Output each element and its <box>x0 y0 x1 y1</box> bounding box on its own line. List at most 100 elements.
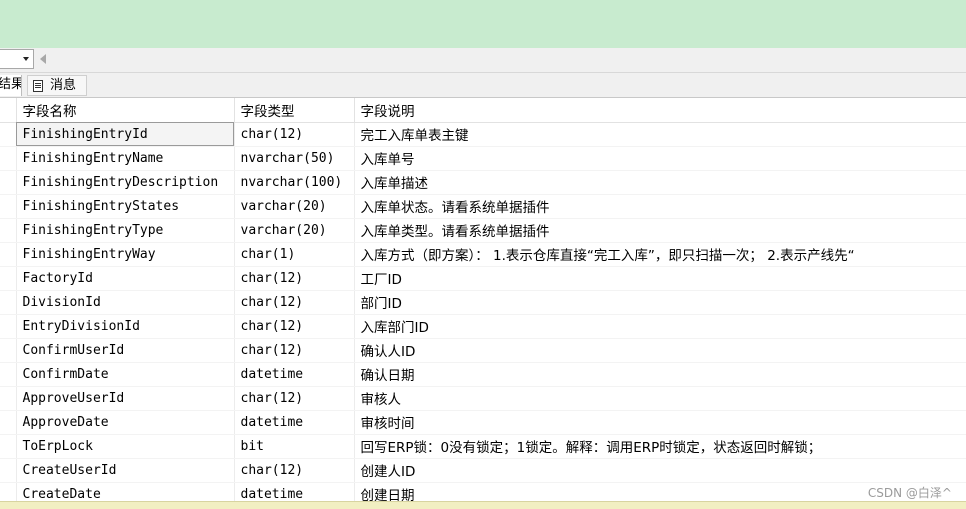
table-row[interactable]: CreateUserId char(12) 创建人ID <box>0 458 966 483</box>
cell-field-name[interactable]: ConfirmDate <box>16 362 235 387</box>
table-row[interactable]: ConfirmDate datetime 确认日期 <box>0 362 966 387</box>
cell-field-description[interactable]: 确认人ID <box>354 338 966 363</box>
row-header[interactable] <box>0 122 17 147</box>
cell-field-description[interactable]: 入库单类型。请看系统单据插件 <box>354 218 966 243</box>
cell-field-type[interactable]: nvarchar(50) <box>234 146 355 171</box>
table-row[interactable]: DivisionId char(12) 部门ID <box>0 290 966 315</box>
results-tabs: 结果 消息 <box>0 73 966 98</box>
row-header[interactable] <box>0 146 17 171</box>
status-band <box>0 501 966 509</box>
row-header[interactable] <box>0 386 17 411</box>
cell-field-type[interactable]: char(12) <box>234 290 355 315</box>
cell-field-type[interactable]: char(12) <box>234 314 355 339</box>
column-header-name[interactable]: 字段名称 <box>16 98 235 123</box>
row-header[interactable] <box>0 218 17 243</box>
cell-field-name[interactable]: FinishingEntryType <box>16 218 235 243</box>
cell-field-type[interactable]: char(1) <box>234 242 355 267</box>
table-row[interactable]: FactoryId char(12) 工厂ID <box>0 266 966 291</box>
cell-field-description[interactable]: 入库单号 <box>354 146 966 171</box>
cell-field-description[interactable]: 工厂ID <box>354 266 966 291</box>
table-row[interactable]: ApproveUserId char(12) 审核人 <box>0 386 966 411</box>
table-body: FinishingEntryId char(12) 完工入库单表主键 Finishin… <box>0 122 966 501</box>
row-header[interactable] <box>0 482 17 501</box>
table-header-row: 字段名称 字段类型 字段说明 <box>0 98 966 123</box>
cell-field-type[interactable]: char(12) <box>234 458 355 483</box>
cell-field-type[interactable]: nvarchar(100) <box>234 170 355 195</box>
messages-icon <box>33 80 43 92</box>
row-header[interactable] <box>0 290 17 315</box>
table-row[interactable]: FinishingEntryStates varchar(20) 入库单状态。请看系… <box>0 194 966 219</box>
cell-field-type[interactable]: datetime <box>234 482 355 501</box>
cell-field-description[interactable]: 部门ID <box>354 290 966 315</box>
table-row[interactable]: FinishingEntryDescription nvarchar(100) 入库… <box>0 170 966 195</box>
cell-field-type[interactable]: char(12) <box>234 386 355 411</box>
row-header[interactable] <box>0 194 17 219</box>
table-row[interactable]: FinishingEntryName nvarchar(50) 入库单号 <box>0 146 966 171</box>
row-header-corner[interactable] <box>0 98 17 123</box>
cell-field-type[interactable]: varchar(20) <box>234 218 355 243</box>
watermark: CSDN @白泽^ <box>867 486 952 500</box>
table-row[interactable]: FinishingEntryType varchar(20) 入库单类型。请看系统单… <box>0 218 966 243</box>
table-row[interactable]: CreateDate datetime 创建日期 <box>0 482 966 501</box>
cell-field-name[interactable]: FinishingEntryDescription <box>16 170 235 195</box>
tab-results[interactable]: 结果 <box>0 75 22 96</box>
table-row[interactable]: ToErpLock bit 回写ERP锁：0没有锁定；1锁定。解释：调用ERP时锁定… <box>0 434 966 459</box>
cell-field-description[interactable]: 入库部门ID <box>354 314 966 339</box>
cell-field-type[interactable]: char(12) <box>234 122 355 147</box>
cell-field-name[interactable]: FactoryId <box>16 266 235 291</box>
cell-field-description[interactable]: 回写ERP锁：0没有锁定；1锁定。解释：调用ERP时锁定，状态返回时解锁； <box>354 434 966 459</box>
cell-field-type[interactable]: bit <box>234 434 355 459</box>
row-header[interactable] <box>0 458 17 483</box>
cell-field-description[interactable]: 审核人 <box>354 386 966 411</box>
row-header[interactable] <box>0 362 17 387</box>
cell-field-name[interactable]: ApproveDate <box>16 410 235 435</box>
row-header[interactable] <box>0 410 17 435</box>
row-header[interactable] <box>0 434 17 459</box>
cell-field-name[interactable]: ConfirmUserId <box>16 338 235 363</box>
cell-field-type[interactable]: char(12) <box>234 338 355 363</box>
cell-field-name[interactable]: ToErpLock <box>16 434 235 459</box>
cell-field-description[interactable]: 审核时间 <box>354 410 966 435</box>
cell-field-name[interactable]: FinishingEntryName <box>16 146 235 171</box>
tab-messages-label: 消息 <box>50 78 77 93</box>
column-header-type[interactable]: 字段类型 <box>234 98 355 123</box>
results-table: 字段名称 字段类型 字段说明 FinishingEntryId char(12) 完… <box>0 98 966 501</box>
results-grid[interactable]: 字段名称 字段类型 字段说明 FinishingEntryId char(12) 完… <box>0 98 966 501</box>
cell-field-name[interactable]: CreateDate <box>16 482 235 501</box>
row-header[interactable] <box>0 314 17 339</box>
cell-field-type[interactable]: datetime <box>234 410 355 435</box>
row-header[interactable] <box>0 170 17 195</box>
scroll-left-icon[interactable] <box>40 54 46 64</box>
cell-field-name[interactable]: CreateUserId <box>16 458 235 483</box>
table-row[interactable]: ApproveDate datetime 审核时间 <box>0 410 966 435</box>
cell-field-name[interactable]: EntryDivisionId <box>16 314 235 339</box>
chevron-down-icon <box>23 57 29 61</box>
results-toolbar <box>0 48 966 73</box>
tab-messages[interactable]: 消息 <box>27 75 87 96</box>
cell-field-description[interactable]: 创建人ID <box>354 458 966 483</box>
cell-field-name[interactable]: FinishingEntryWay <box>16 242 235 267</box>
cell-field-type[interactable]: varchar(20) <box>234 194 355 219</box>
cell-field-type[interactable]: datetime <box>234 362 355 387</box>
cell-field-name[interactable]: ApproveUserId <box>16 386 235 411</box>
cell-field-description[interactable]: 入库方式（即方案）： 1.表示仓库直接“完工入库”，即只扫描一次； 2.表示产线… <box>354 242 966 267</box>
cell-field-description[interactable]: 入库单描述 <box>354 170 966 195</box>
row-header[interactable] <box>0 338 17 363</box>
cell-field-name[interactable]: DivisionId <box>16 290 235 315</box>
row-header[interactable] <box>0 242 17 267</box>
cell-field-description[interactable]: 入库单状态。请看系统单据插件 <box>354 194 966 219</box>
cell-field-name[interactable]: FinishingEntryId <box>16 122 235 147</box>
cell-field-description[interactable]: 确认日期 <box>354 362 966 387</box>
cell-field-type[interactable]: char(12) <box>234 266 355 291</box>
cell-field-description[interactable]: 完工入库单表主键 <box>354 122 966 147</box>
top-band <box>0 0 966 48</box>
cell-field-name[interactable]: FinishingEntryStates <box>16 194 235 219</box>
table-row[interactable]: FinishingEntryId char(12) 完工入库单表主键 <box>0 122 966 147</box>
table-row[interactable]: FinishingEntryWay char(1) 入库方式（即方案）： 1.表示仓… <box>0 242 966 267</box>
row-header[interactable] <box>0 266 17 291</box>
zoom-dropdown[interactable] <box>0 49 34 69</box>
column-header-description[interactable]: 字段说明 <box>354 98 966 123</box>
table-row[interactable]: EntryDivisionId char(12) 入库部门ID <box>0 314 966 339</box>
tab-results-label: 结果 <box>0 77 21 92</box>
table-row[interactable]: ConfirmUserId char(12) 确认人ID <box>0 338 966 363</box>
